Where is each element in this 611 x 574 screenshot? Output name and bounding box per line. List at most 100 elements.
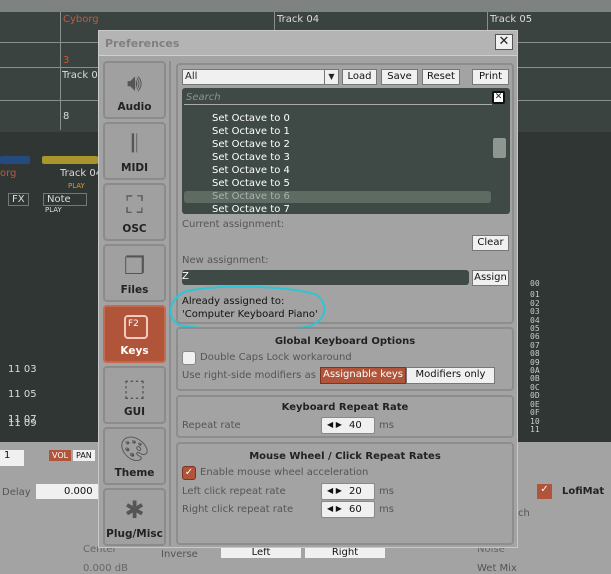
new-assignment-input[interactable]: Z [182, 270, 469, 285]
list-item[interactable]: Set Octave to 2 [212, 139, 290, 150]
accel-checkbox[interactable]: ✓ [182, 466, 196, 480]
left-click-spinner[interactable]: ◀ ▶ 20 [321, 483, 375, 500]
right-button[interactable]: Right [305, 547, 385, 558]
left-click-value: 20 [349, 486, 362, 497]
reset-button[interactable]: Reset [422, 69, 460, 85]
number: 8 [63, 111, 70, 122]
list-item[interactable]: Set Octave to 1 [212, 126, 290, 137]
clear-button[interactable]: Clear [472, 235, 509, 251]
group-title: Keyboard Repeat Rate [281, 402, 409, 413]
sidebar-item-label: Audio [117, 101, 152, 113]
double-caps-checkbox[interactable] [182, 351, 196, 365]
sidebar-item-gui[interactable]: ⬚ GUI [103, 366, 166, 424]
palette-icon: 🎨︎ [119, 435, 150, 463]
annotation-circle [169, 285, 326, 331]
arrow-left-right-icon[interactable]: ◀ ▶ [327, 486, 342, 495]
right-click-label: Right click repeat rate [182, 504, 294, 515]
step-field[interactable]: 1 [0, 450, 24, 466]
sidebar-item-audio[interactable]: 🔊︎ Audio [103, 61, 166, 119]
preferences-dialog: Preferences ✕ 🔊︎ Audio 𝄃 MIDI ⛶ OSC ❐ Files F2 Ke… [98, 30, 518, 548]
save-button[interactable]: Save [381, 69, 418, 85]
piano-keys-icon: 𝄃 [131, 130, 138, 158]
list-item[interactable]: Set Octave to 6 [212, 191, 290, 202]
clear-search-icon[interactable]: ✕ [492, 91, 505, 104]
list-item[interactable]: Set Octave to 7 [212, 204, 290, 215]
track-color-bar [42, 156, 98, 164]
current-assignment-label: Current assignment: [182, 219, 285, 230]
track-color-bar [0, 156, 30, 164]
arrow-left-right-icon[interactable]: ◀ ▶ [327, 420, 342, 429]
sidebar-item-label: Keys [120, 345, 149, 357]
sidebar-item-theme[interactable]: 🎨︎ Theme [103, 427, 166, 485]
f2-key-icon: F2 [124, 315, 148, 339]
repeat-rate-value: 40 [349, 420, 362, 431]
repeat-rate-spinner[interactable]: ◀ ▶ 40 [321, 417, 375, 434]
param-label: Wet Mix [477, 563, 517, 574]
modifiers-only-option[interactable]: Modifiers only [406, 367, 495, 384]
arrow-left-right-icon[interactable]: ◀ ▶ [327, 504, 342, 513]
shortcut-list[interactable]: Search ✕ Set Octave to 0 Set Octave to 1 S… [182, 88, 510, 215]
assign-button[interactable]: Assign [472, 270, 509, 286]
sidebar-item-midi[interactable]: 𝄃 MIDI [103, 122, 166, 180]
vol-button[interactable]: VOL [49, 450, 72, 461]
pattern-header [0, 0, 611, 12]
play-label: PLAY [45, 206, 62, 214]
right-click-spinner[interactable]: ◀ ▶ 60 [321, 501, 375, 518]
print-button[interactable]: Print [472, 69, 509, 85]
unit: ms [379, 486, 394, 497]
new-assignment-label: New assignment: [182, 255, 269, 266]
sidebar-item-label: OSC [122, 223, 147, 235]
sidebar-item-plug-misc[interactable]: ✱ Plug/Misc [103, 488, 166, 546]
dialog-title: Preferences [105, 37, 180, 50]
network-icon: ⛶ [126, 191, 143, 219]
lofimat-checkbox[interactable]: ✓ [537, 484, 552, 499]
mouse-wheel-repeat-rates: Mouse Wheel / Click Repeat Rates ✓ Enabl… [176, 442, 514, 545]
scrollbar-thumb[interactable] [493, 138, 506, 158]
assignable-keys-option[interactable]: Assignable keys [320, 367, 406, 384]
list-item[interactable]: Set Octave to 0 [212, 113, 290, 124]
chevron-down-icon[interactable]: ▼ [324, 70, 338, 84]
keyboard-repeat-rate: Keyboard Repeat Rate Repeat rate ◀ ▶ 40 m… [176, 395, 514, 438]
group-title: Global Keyboard Options [274, 336, 416, 347]
right-modifiers-label: Use right-side modifiers as [182, 370, 316, 381]
note-button[interactable]: Note [43, 193, 87, 206]
speaker-icon: 🔊︎ [126, 69, 143, 97]
track-name[interactable]: Cyborg [63, 14, 99, 25]
hex-row-column: 00 01 02 03 04 05 06 07 08 09 0A 0B 0C 0D 0E 0F 10 11 [530, 279, 540, 434]
delay-label: Delay [2, 487, 31, 498]
track-name[interactable]: Track 05 [490, 14, 532, 25]
close-button[interactable]: ✕ [495, 34, 513, 50]
hex-row: 00 [530, 279, 540, 288]
left-click-label: Left click repeat rate [182, 486, 286, 497]
track-label: org [0, 168, 17, 179]
lofimat-label: LofiMat [562, 486, 605, 497]
number: 3 [63, 55, 70, 66]
sidebar-item-files[interactable]: ❐ Files [103, 244, 166, 302]
pan-button[interactable]: PAN [73, 450, 95, 461]
left-button[interactable]: Left [221, 547, 301, 558]
load-button[interactable]: Load [342, 69, 377, 85]
list-item[interactable]: Set Octave to 4 [212, 165, 290, 176]
delay-value[interactable]: 0.000 [36, 484, 98, 499]
list-item[interactable]: Set Octave to 3 [212, 152, 290, 163]
inverse-label: Inverse [161, 549, 198, 560]
fx-button[interactable]: FX [8, 193, 29, 206]
title-bar[interactable]: Preferences ✕ [99, 31, 517, 56]
unit: ms [379, 504, 394, 515]
track-label: Track 04 [60, 168, 103, 179]
search-input[interactable]: Search [184, 90, 492, 105]
track-name[interactable]: Track 04 [277, 14, 319, 25]
accel-label[interactable]: Enable mouse wheel acceleration [200, 467, 368, 478]
list-item[interactable]: Set Octave to 5 [212, 178, 290, 189]
repeat-rate-label: Repeat rate [182, 420, 241, 431]
sidebar-item-osc[interactable]: ⛶ OSC [103, 183, 166, 241]
row-number: 11 09 [8, 418, 37, 429]
row-number: 11 03 [8, 364, 37, 375]
sidebar-item-label: Theme [114, 467, 155, 479]
double-caps-label[interactable]: Double Caps Lock workaround [200, 352, 352, 363]
filter-dropdown[interactable]: All ▼ [182, 69, 339, 85]
sidebar-item-label: Files [120, 284, 149, 296]
track-name[interactable]: Track 0 [62, 70, 98, 81]
cursor-window-icon: ⬚ [123, 374, 146, 402]
sidebar-item-keys[interactable]: F2 Keys [103, 305, 166, 363]
